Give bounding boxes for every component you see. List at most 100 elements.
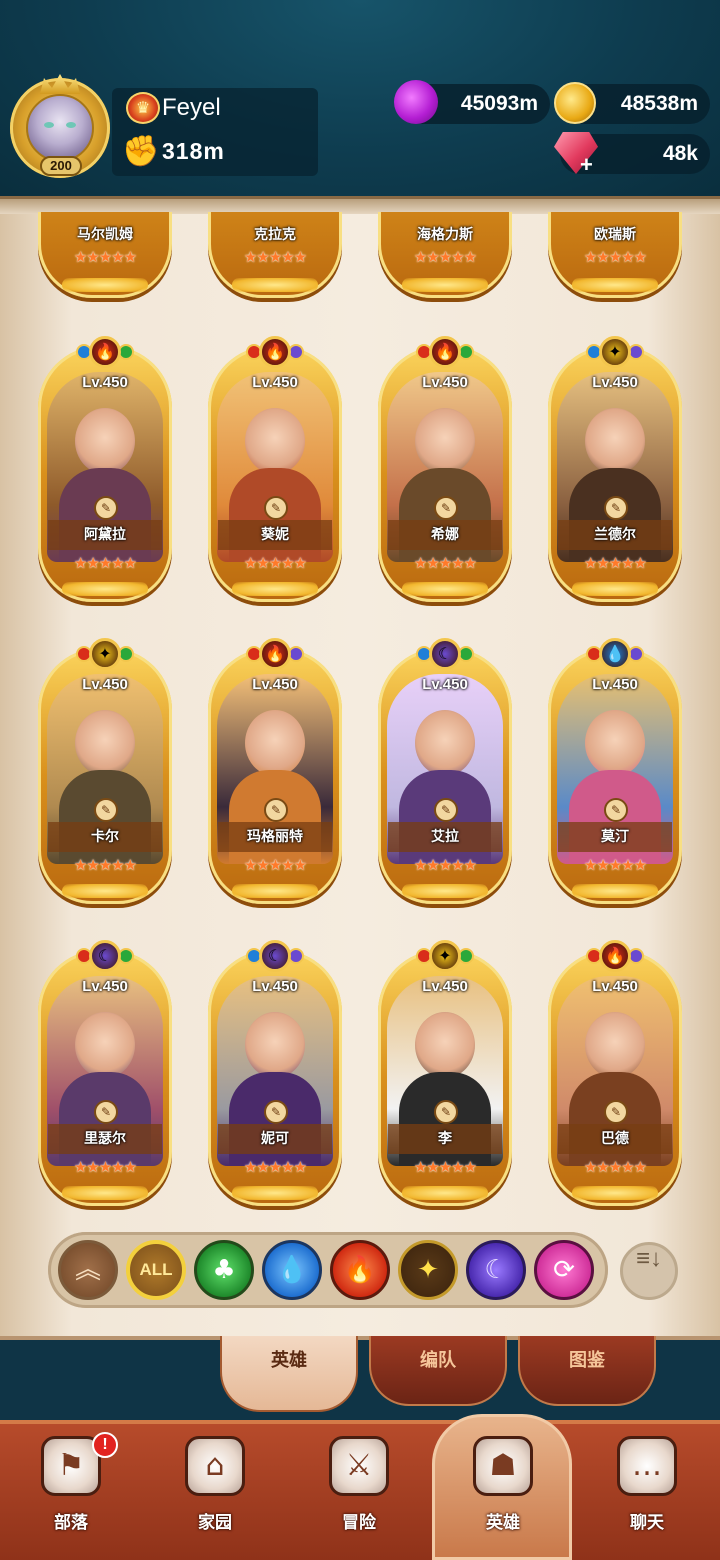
- element-orbs: ✦: [582, 336, 648, 370]
- player-level-badge: 200: [40, 156, 82, 176]
- fist-power-icon: ✊: [122, 134, 160, 169]
- hero-card[interactable]: ☾ Lv.450 ✎ 里瑟尔 ★★★★★: [38, 940, 172, 1208]
- hero-card[interactable]: 欧瑞斯 ★★★★★: [548, 212, 682, 304]
- fire-element-icon: 🔥: [89, 336, 121, 368]
- tab-codex[interactable]: 图鉴: [518, 1336, 656, 1406]
- elixir-counter[interactable]: 45093m: [394, 80, 550, 124]
- nav-label: 部落: [54, 1513, 88, 1533]
- all-filter-button[interactable]: ALL: [126, 1240, 186, 1300]
- nav-chat[interactable]: … 聊天: [592, 1430, 702, 1556]
- card-base-glow: [402, 1186, 488, 1200]
- card-base-glow: [572, 884, 658, 898]
- hero-name: 克拉克: [254, 227, 296, 243]
- hero-card[interactable]: ✦ Lv.450 ✎ 卡尔 ★★★★★: [38, 638, 172, 906]
- hero-card[interactable]: ☾ Lv.450 ✎ 艾拉 ★★★★★: [378, 638, 512, 906]
- hero-card[interactable]: 💧 Lv.450 ✎ 莫汀 ★★★★★: [548, 638, 682, 906]
- collapse-filter-button[interactable]: ︽: [58, 1240, 118, 1300]
- hero-card[interactable]: 🔥 Lv.450 ✎ 巴德 ★★★★★: [548, 940, 682, 1208]
- hero-card[interactable]: 🔥 Lv.450 ✎ 阿黛拉 ★★★★★: [38, 336, 172, 604]
- fire-element-icon: 🔥: [259, 638, 291, 670]
- card-base-glow: [232, 278, 318, 292]
- nav-label: 家园: [198, 1513, 232, 1533]
- fire-element-icon: 🔥: [429, 336, 461, 368]
- hero-stars: ★★★★★: [413, 248, 477, 266]
- hero-card[interactable]: ✦ Lv.450 ✎ 李 ★★★★★: [378, 940, 512, 1208]
- hero-stars: ★★★★★: [243, 1158, 307, 1176]
- portrait-head: [585, 408, 645, 474]
- role-icon: ✎: [434, 496, 458, 520]
- chaos-filter-icon[interactable]: ⟳: [534, 1240, 594, 1300]
- light-element-icon: ✦: [429, 940, 461, 972]
- home-icon: ⌂: [185, 1436, 245, 1496]
- hero-card[interactable]: 克拉克 ★★★★★: [208, 212, 342, 304]
- card-base-glow: [402, 884, 488, 898]
- hero-name: 欧瑞斯: [594, 227, 636, 243]
- portrait-head: [585, 1012, 645, 1078]
- nav-adventure[interactable]: ⚔ 冒险: [304, 1430, 414, 1556]
- hero-level: Lv.450: [82, 374, 128, 391]
- hero-name: 卡尔: [91, 829, 119, 845]
- element-filter-bar: ︽ ALL ♣ 💧 🔥 ✦ ☾ ⟳: [48, 1232, 608, 1308]
- fire-filter-icon[interactable]: 🔥: [330, 1240, 390, 1300]
- element-orbs: 🔥: [242, 638, 308, 672]
- hero-level: Lv.450: [592, 374, 638, 391]
- element-orbs: ✦: [72, 638, 138, 672]
- nature-filter-icon[interactable]: ♣: [194, 1240, 254, 1300]
- elixir-icon: [394, 80, 438, 124]
- gold-value: 48538m: [620, 92, 698, 115]
- elixir-value: 45093m: [460, 92, 538, 115]
- hero-stars: ★★★★★: [243, 856, 307, 874]
- tab-formation[interactable]: 编队: [369, 1336, 507, 1406]
- element-orbs: ☾: [412, 638, 478, 672]
- hero-card[interactable]: 🔥 Lv.450 ✎ 葵妮 ★★★★★: [208, 336, 342, 604]
- hero-card[interactable]: 马尔凯姆 ★★★★★: [38, 212, 172, 304]
- hero-level: Lv.450: [82, 978, 128, 995]
- hero-card[interactable]: 🔥 Lv.450 ✎ 希娜 ★★★★★: [378, 336, 512, 604]
- portrait-head: [75, 710, 135, 776]
- hero-card[interactable]: ☾ Lv.450 ✎ 妮可 ★★★★★: [208, 940, 342, 1208]
- hero-name: 马尔凯姆: [77, 227, 133, 243]
- player-avatar[interactable]: 200: [10, 74, 110, 178]
- gem-value: 48k: [662, 142, 698, 165]
- gold-counter[interactable]: 48538m: [554, 82, 710, 124]
- element-orbs: 🔥: [412, 336, 478, 370]
- tab-heroes[interactable]: 英雄: [220, 1336, 358, 1412]
- card-base-glow: [62, 1186, 148, 1200]
- role-icon: ✎: [434, 798, 458, 822]
- nav-heroes[interactable]: ☗ 英雄: [448, 1430, 558, 1556]
- nav-home[interactable]: ⌂ 家园: [160, 1430, 270, 1556]
- rank-emblem-icon: ♛: [126, 92, 160, 124]
- light-element-icon: ✦: [89, 638, 121, 670]
- hero-card[interactable]: ✦ Lv.450 ✎ 兰德尔 ★★★★★: [548, 336, 682, 604]
- gem-counter[interactable]: + 48k: [554, 132, 710, 177]
- add-gems-icon[interactable]: +: [580, 152, 593, 178]
- hero-card[interactable]: 海格力斯 ★★★★★: [378, 212, 512, 304]
- sort-button[interactable]: ≡↓: [620, 1242, 678, 1300]
- hero-name: 玛格丽特: [247, 829, 303, 845]
- fire-element-icon: 🔥: [599, 940, 631, 972]
- hero-name: 艾拉: [431, 829, 459, 845]
- hero-card[interactable]: 🔥 Lv.450 ✎ 玛格丽特 ★★★★★: [208, 638, 342, 906]
- hero-level: Lv.450: [252, 676, 298, 693]
- portrait-head: [415, 710, 475, 776]
- avatar-portrait: [26, 94, 94, 162]
- portrait-head: [245, 1012, 305, 1078]
- element-orbs: 💧: [582, 638, 648, 672]
- hero-level: Lv.450: [252, 374, 298, 391]
- portrait-head: [585, 710, 645, 776]
- hero-name: 妮可: [261, 1131, 289, 1147]
- hero-stars: ★★★★★: [243, 554, 307, 572]
- water-filter-icon[interactable]: 💧: [262, 1240, 322, 1300]
- hero-level: Lv.450: [592, 978, 638, 995]
- hero-level: Lv.450: [422, 676, 468, 693]
- light-filter-icon[interactable]: ✦: [398, 1240, 458, 1300]
- portrait-head: [245, 710, 305, 776]
- dark-element-icon: ☾: [89, 940, 121, 972]
- role-icon: ✎: [264, 798, 288, 822]
- dark-filter-icon[interactable]: ☾: [466, 1240, 526, 1300]
- hero-name: 巴德: [601, 1131, 629, 1147]
- hero-stars: ★★★★★: [413, 856, 477, 874]
- hero-level: Lv.450: [422, 978, 468, 995]
- role-icon: ✎: [604, 496, 628, 520]
- hero-level: Lv.450: [82, 676, 128, 693]
